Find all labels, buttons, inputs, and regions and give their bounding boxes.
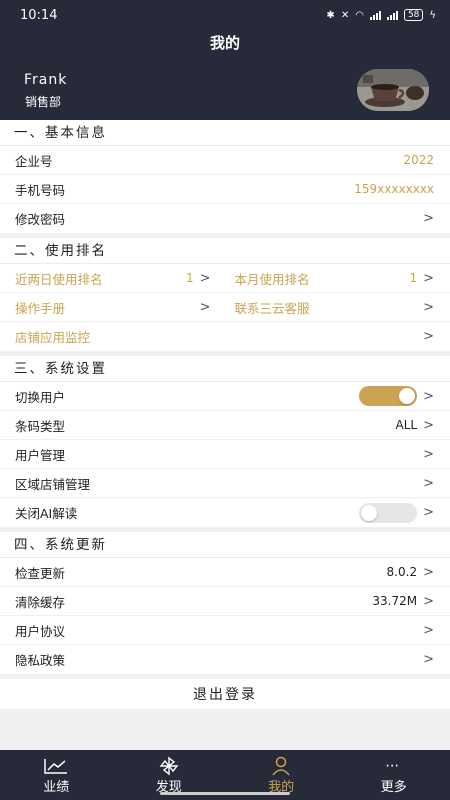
section-title: 二、使用排名 [0,238,450,264]
switch-user-toggle[interactable] [359,386,418,406]
barcode-type-row[interactable]: 条码类型 ALL > [0,411,450,440]
chevron-right-icon: > [423,211,434,226]
manual-link[interactable]: 操作手册 > [15,298,225,317]
phone-row: 手机号码 159xxxxxxxx [0,175,450,204]
barcode-type-label: 条码类型 [15,418,66,434]
ai-interpretation-row: 关闭AI解读 > [0,498,450,527]
user-name: Frank [24,72,68,88]
clear-cache-label: 清除缓存 [15,594,66,610]
check-update-label: 检查更新 [15,565,66,581]
chevron-right-icon: > [423,475,434,491]
content: 一、基本信息 企业号 2022 手机号码 159xxxxxxxx 修改密码 > … [0,120,450,709]
user-agreement-row[interactable]: 用户协议 > [0,616,450,645]
region-store-label: 区域店铺管理 [15,476,91,492]
two-day-ranking-value: 1 [185,271,194,285]
toggle-knob [399,388,416,404]
company-value: 2022 [403,153,434,167]
page-title: 我的 [209,34,240,52]
more-dots-icon: ⋯ [385,757,403,774]
chevron-right-icon: > [423,564,434,580]
switch-user-row: 切换用户 > [0,382,450,411]
charging-icon: ϟ [429,9,436,21]
company-label: 企业号 [15,153,53,169]
user-management-label: 用户管理 [15,447,66,463]
status-bar: 10:14 ✱ ✕ ◠ 58 ϟ [0,0,450,30]
basic-info-section: 一、基本信息 企业号 2022 手机号码 159xxxxxxxx 修改密码 > [0,120,450,233]
chevron-right-icon: > [423,270,434,286]
month-ranking-value: 1 [409,271,418,285]
manual-service-row: 操作手册 > 联系三云客服 > [0,293,450,322]
chevron-right-icon: > [423,622,434,638]
change-password-label: 修改密码 [15,212,66,227]
tab-label: 业绩 [43,779,70,795]
two-day-ranking-label: 近两日使用排名 [15,271,103,287]
tab-label: 更多 [380,779,407,795]
chevron-right-icon: > [199,270,211,286]
signal-icon [386,10,398,20]
manual-label: 操作手册 [15,300,66,316]
company-row: 企业号 2022 [0,146,450,175]
barcode-type-value: ALL [395,418,418,432]
section-title: 四、系统更新 [0,532,450,558]
user-management-row[interactable]: 用户管理 > [0,440,450,469]
person-icon [270,756,292,776]
customer-service-label: 联系三云客服 [234,300,310,316]
settings-section: 三、系统设置 切换用户 > 条码类型 ALL > 用户管理 > 区域店铺管理 > … [0,356,450,527]
status-time: 10:14 [20,7,58,23]
section-title: 三、系统设置 [0,356,450,382]
change-password-row[interactable]: 修改密码 > [0,204,450,233]
bluetooth-icon: ✱ [326,9,335,21]
ranking-row: 近两日使用排名 1 > 本月使用排名 1 > [0,264,450,293]
month-ranking[interactable]: 本月使用排名 1 > [225,269,435,288]
month-ranking-label: 本月使用排名 [234,271,310,287]
chevron-right-icon: > [199,299,211,315]
store-monitor-label: 店铺应用监控 [15,330,91,345]
clear-cache-row[interactable]: 清除缓存 33.72M > [0,587,450,616]
chevron-right-icon: > [423,593,434,609]
chevron-right-icon: > [423,652,434,667]
ai-interpretation-label: 关闭AI解读 [15,506,78,521]
chevron-right-icon[interactable]: > [423,389,434,404]
coffee-cup-image [357,69,429,111]
store-monitor-row[interactable]: 店铺应用监控 > [0,322,450,351]
ai-interpretation-toggle[interactable] [359,502,418,523]
privacy-policy-label: 隐私政策 [15,653,66,668]
toggle-knob [361,504,378,521]
user-department: 销售部 [25,95,62,109]
tab-more[interactable]: ⋯ 更多 [338,750,450,800]
ranking-section: 二、使用排名 近两日使用排名 1 > 本月使用排名 1 > 操作手册 > 联系三云客… [0,238,450,351]
tab-performance[interactable]: 业绩 [0,750,113,800]
chart-line-icon [43,756,69,776]
version-value: 8.0.2 [386,565,418,579]
logout-button[interactable]: 退出登录 [0,679,450,709]
customer-service-link[interactable]: 联系三云客服 > [225,298,435,317]
chevron-right-icon[interactable]: > [423,505,434,520]
battery-icon: 58 [403,9,424,21]
chevron-right-icon: > [423,329,434,344]
two-day-ranking[interactable]: 近两日使用排名 1 > [15,269,225,288]
check-update-row[interactable]: 检查更新 8.0.2 > [0,558,450,587]
mute-icon: ✕ [340,9,350,21]
home-indicator [160,792,290,795]
switch-user-label: 切换用户 [15,389,66,405]
wifi-icon: ◠ [355,9,364,21]
privacy-policy-row[interactable]: 隐私政策 > [0,645,450,674]
cache-size-value: 33.72M [372,594,418,608]
header: 10:14 ✱ ✕ ◠ 58 ϟ 我的 Frank 销售部 [0,0,450,120]
section-title: 一、基本信息 [0,120,450,146]
signal-icon [369,10,381,20]
chevron-right-icon: > [423,446,434,462]
chevron-right-icon: > [423,299,434,315]
pinwheel-icon [158,756,180,776]
region-store-row[interactable]: 区域店铺管理 > [0,469,450,498]
status-icons: ✱ ✕ ◠ 58 ϟ [326,9,436,21]
phone-label: 手机号码 [15,182,66,198]
chevron-right-icon: > [423,417,434,433]
avatar[interactable] [357,69,429,111]
phone-value: 159xxxxxxxx [354,182,434,196]
update-section: 四、系统更新 检查更新 8.0.2 > 清除缓存 33.72M > 用户协议 > 隐… [0,532,450,674]
user-agreement-label: 用户协议 [15,623,66,639]
